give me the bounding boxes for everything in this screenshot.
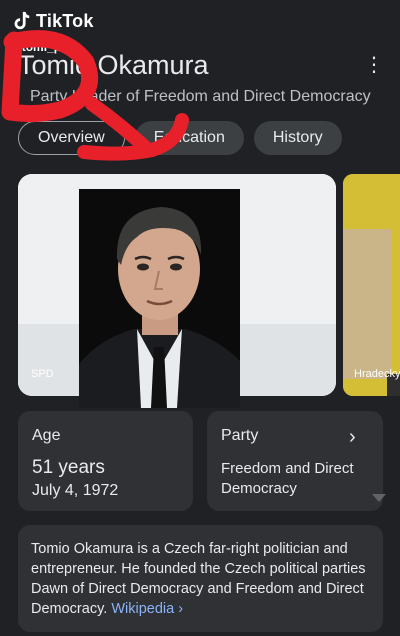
tiktok-logo-icon bbox=[14, 11, 30, 30]
page-title: Tomio Okamura bbox=[18, 50, 209, 80]
tab-overview[interactable]: Overview bbox=[18, 121, 125, 155]
chevron-right-icon: › bbox=[349, 426, 356, 448]
party-label: Party bbox=[221, 427, 259, 444]
tab-education[interactable]: Education bbox=[134, 121, 244, 155]
birth-date: July 4, 1972 bbox=[32, 482, 119, 499]
page-subtitle: Party Leader of Freedom and Direct Democ… bbox=[30, 88, 371, 105]
description-body: Tomio Okamura is a Czech far-right polit… bbox=[31, 541, 366, 617]
description-text: Tomio Okamura is a Czech far-right polit… bbox=[31, 539, 371, 619]
age-value: 51 years bbox=[32, 457, 105, 478]
tiktok-watermark: TikTok bbox=[10, 10, 94, 32]
portrait-illustration bbox=[79, 189, 240, 408]
age-label: Age bbox=[32, 427, 61, 444]
more-vert-icon[interactable]: ⋮ bbox=[364, 55, 384, 75]
tiktok-brand-text: TikTok bbox=[36, 10, 94, 31]
party-card[interactable]: Party › Freedom and Direct Democracy bbox=[207, 411, 383, 511]
age-card: Age 51 years July 4, 1972 bbox=[18, 411, 193, 511]
tab-history[interactable]: History bbox=[253, 121, 342, 155]
person-photo[interactable] bbox=[79, 189, 240, 408]
wall-scene bbox=[343, 174, 400, 396]
description-card: Tomio Okamura is a Czech far-right polit… bbox=[18, 525, 383, 632]
image-card-hradecky[interactable] bbox=[343, 174, 400, 396]
wikipedia-link[interactable]: Wikipedia › bbox=[111, 601, 183, 617]
party-value: Freedom and Direct Democracy bbox=[221, 460, 354, 497]
image-caption-hradecky: Hradecky bbox=[354, 368, 400, 380]
image-caption-spd: SPD bbox=[31, 368, 54, 380]
tab-bar: Overview Education History bbox=[18, 121, 342, 155]
chevron-down-icon bbox=[372, 494, 386, 502]
